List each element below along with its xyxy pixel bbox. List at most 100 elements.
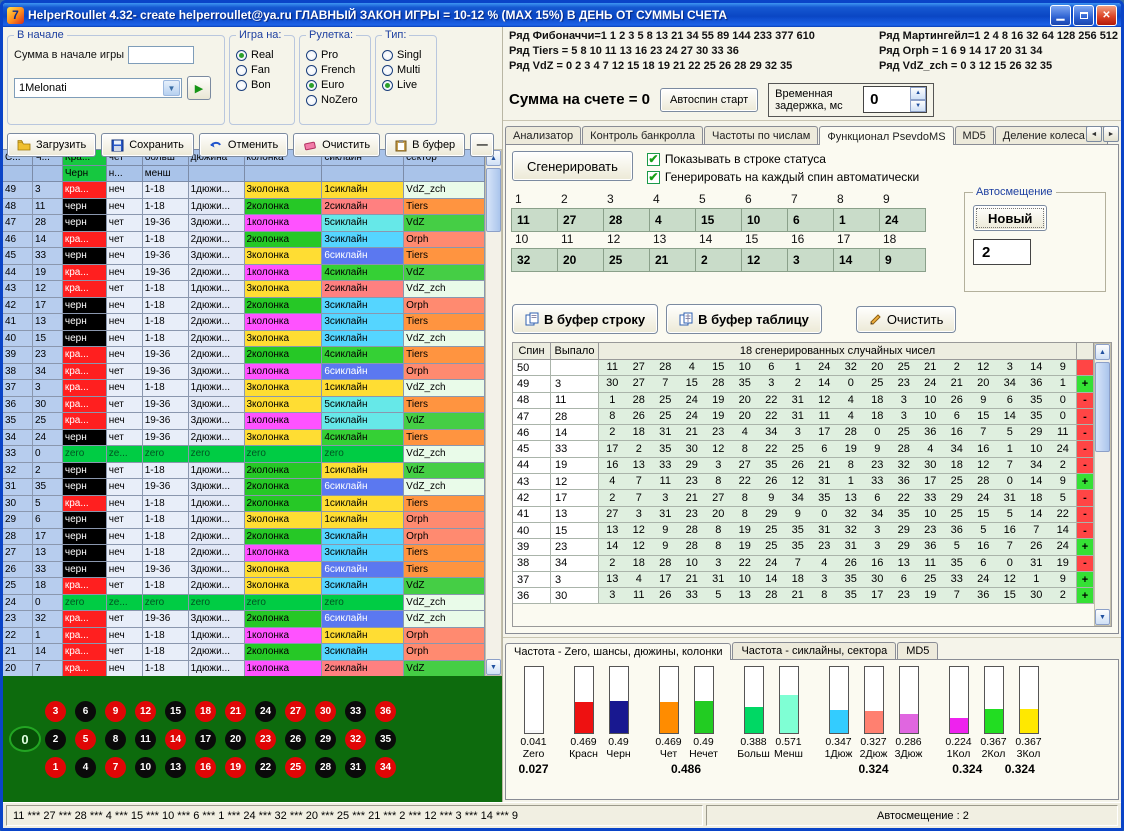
board-number[interactable]: 24 [255,701,276,722]
play-button[interactable]: ▶ [187,76,211,100]
generated-table-row[interactable]: 441916133329327352621823323018127342- [513,458,1094,474]
board-number[interactable]: 2 [45,729,66,750]
history-row[interactable]: 493кра...неч1-181дюжи...3колонка1сиклайн… [3,182,485,199]
board-number[interactable]: 35 [375,729,396,750]
history-row[interactable]: 4312кра...чет1-181дюжи...3колонка2сиклай… [3,281,485,298]
generated-table-row[interactable]: 47288262524192022311141831061514350- [513,409,1094,425]
freq-tab-sixlines[interactable]: Частота - сиклайны, сектора [732,642,896,659]
board-number[interactable]: 5 [75,729,96,750]
generated-table-row[interactable]: 4811128252419202231124183102696350- [513,393,1094,409]
generated-scroll-track[interactable] [1095,360,1110,609]
history-row[interactable]: 221кра...неч1-181дюжи...1колонка1сиклайн… [3,628,485,645]
tab-frequencies[interactable]: Частоты по числам [704,126,818,144]
radio-euro-control[interactable] [306,80,317,91]
board-number[interactable]: 19 [225,757,246,778]
checkbox-auto-generate[interactable]: ✔Генерировать на каждый спин автоматичес… [647,170,919,184]
spin-down-icon[interactable]: ▼ [910,100,926,113]
board-number[interactable]: 1 [45,757,66,778]
radio-french[interactable]: French [306,64,364,76]
radio-bon[interactable]: Bon [236,79,288,91]
history-row[interactable]: 2817черннеч1-182дюжи...2колонка3сиклайнO… [3,529,485,546]
undo-button[interactable]: Отменить [199,133,288,157]
tab-psevdoms[interactable]: Функционал PsevdoMS [819,126,953,145]
tab-analyzer[interactable]: Анализатор [505,126,581,144]
radio-singl[interactable]: Singl [382,49,430,61]
generated-table-row[interactable]: 36303112633513282183517231973615302+ [513,588,1094,604]
generated-table-row[interactable]: 39231412928819253523313293651672624+ [513,539,1094,555]
generated-table-row[interactable]: 4614218312123434317280253616752911- [513,425,1094,441]
board-number[interactable]: 4 [75,757,96,778]
radio-pro-control[interactable] [306,50,317,61]
history-row[interactable]: 4419кра...неч19-362дюжи...1колонка4сикла… [3,265,485,282]
history-row[interactable]: 4533черннеч19-363дюжи...3колонка6сиклайн… [3,248,485,265]
history-row[interactable]: 322чернчет1-181дюжи...2колонка1сиклайнVd… [3,463,485,480]
generated-table-row[interactable]: 40151312928819253531323292336516714- [513,523,1094,539]
autospin-button[interactable]: Автоспин старт [660,88,758,112]
new-button[interactable]: Новый [973,205,1047,231]
history-row[interactable]: 4217черннеч1-182дюжи...2колонка3сиклайнO… [3,298,485,315]
generated-table-row[interactable]: 4933027715283532140252324212034361+ [513,376,1094,392]
generated-scroll-thumb[interactable] [1095,362,1110,452]
board-number[interactable]: 31 [345,757,366,778]
history-row[interactable]: 2518кра...чет1-182дюжи...3колонка3сиклай… [3,578,485,595]
maximize-button[interactable] [1073,5,1094,26]
board-number[interactable]: 12 [135,701,156,722]
radio-real[interactable]: Real [236,49,288,61]
radio-live-control[interactable] [382,80,393,91]
radio-fan-control[interactable] [236,65,247,76]
history-row[interactable]: 4811черннеч1-181дюжи...2колонка2сиклайнT… [3,199,485,216]
board-number[interactable]: 20 [225,729,246,750]
board-number[interactable]: 29 [315,729,336,750]
generated-table-row[interactable]: 4533172353012822256199284341611024- [513,441,1094,457]
generated-table-scrollbar[interactable]: ▲ ▼ [1094,343,1111,626]
history-row[interactable]: 2633черннеч19-363дюжи...3колонка6сиклайн… [3,562,485,579]
clear-button[interactable]: Очистить [293,133,380,157]
board-number[interactable]: 25 [285,757,306,778]
board-number[interactable]: 6 [75,701,96,722]
generated-table-row[interactable]: 4312471123822261231133361725280149+ [513,474,1094,490]
spin-up-icon[interactable]: ▲ [910,87,926,100]
board-number[interactable]: 30 [315,701,336,722]
tab-md5[interactable]: MD5 [955,126,994,144]
history-row[interactable]: 3630кра...чет19-363дюжи...3колонка5сикла… [3,397,485,414]
board-number[interactable]: 21 [225,701,246,722]
generate-button[interactable]: Сгенерировать [512,151,633,181]
history-row[interactable]: 2114кра...чет1-182дюжи...2колонка3сиклай… [3,644,485,661]
board-number[interactable]: 16 [195,757,216,778]
minimize-button[interactable]: ▁ [1050,5,1071,26]
check-icon[interactable]: ✔ [647,171,660,184]
history-row[interactable]: 330zeroze...zerozerozerozeroVdZ_zch [3,446,485,463]
board-number[interactable]: 14 [165,729,186,750]
generated-table-row[interactable]: 421727321278934351362233292431185- [513,490,1094,506]
history-row[interactable]: 3424чернчет19-362дюжи...3колонка4сиклайн… [3,430,485,447]
board-number[interactable]: 7 [105,757,126,778]
radio-french-control[interactable] [306,65,317,76]
history-row[interactable]: 4728чернчет19-363дюжи...1колонка5сиклайн… [3,215,485,232]
radio-euro[interactable]: Euro [306,79,364,91]
close-button[interactable]: ✕ [1096,5,1117,26]
generated-table-row[interactable]: 3834218281032224742616131135603119- [513,556,1094,572]
freq-tab-chances[interactable]: Частота - Zero, шансы, дюжины, колонки [505,643,731,660]
radio-nozero[interactable]: NoZero [306,94,364,106]
board-number[interactable]: 33 [345,701,366,722]
radio-multi-control[interactable] [382,65,393,76]
clear-generated-button[interactable]: Очистить [856,306,957,333]
collapse-button[interactable]: — [470,133,494,157]
to-buffer-button[interactable]: В буфер [385,133,465,157]
tab-bankroll[interactable]: Контроль банкролла [582,126,703,144]
autoshift-input[interactable] [973,239,1031,265]
tab-scroll-right-icon[interactable]: ► [1103,126,1119,142]
delay-spinbox[interactable]: ▲ ▼ [863,86,927,113]
history-row[interactable]: 2332кра...чет19-363дюжи...2колонка6сикла… [3,611,485,628]
history-row[interactable]: 296чернчет1-181дюжи...3колонка1сиклайнOr… [3,512,485,529]
start-sum-input[interactable] [128,46,194,64]
board-number[interactable]: 15 [165,701,186,722]
save-button[interactable]: Сохранить [101,133,194,157]
history-row[interactable]: 4113черннеч1-182дюжи...1колонка3сиклайнT… [3,314,485,331]
board-zero[interactable]: 0 [9,726,41,752]
title-bar[interactable]: 7 HelperRoullet 4.32- create helperroull… [3,3,1121,27]
history-row[interactable]: 3135черннеч19-363дюжи...2колонка6сиклайн… [3,479,485,496]
board-number[interactable]: 27 [285,701,306,722]
radio-live[interactable]: Live [382,79,430,91]
history-row[interactable]: 207кра...неч1-181дюжи...1колонка2сиклайн… [3,661,485,677]
